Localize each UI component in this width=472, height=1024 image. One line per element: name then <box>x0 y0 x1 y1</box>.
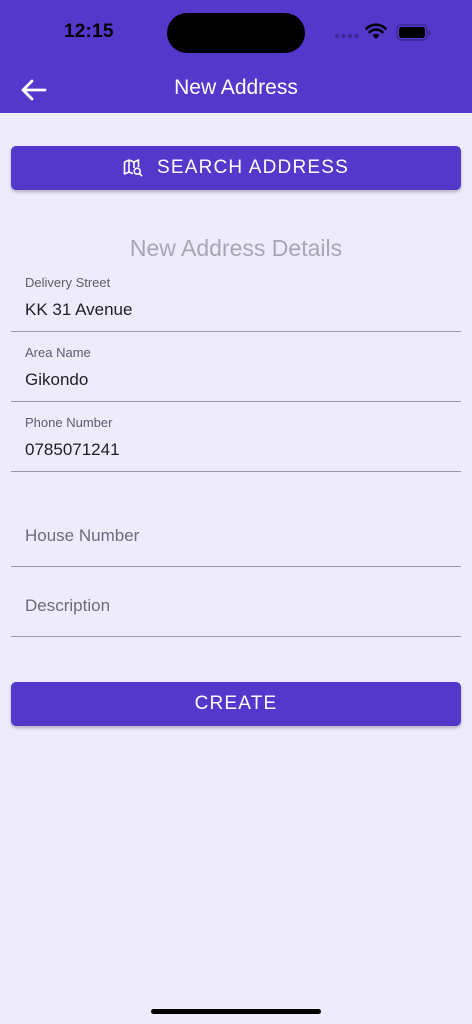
delivery-street-label: Delivery Street <box>25 275 111 290</box>
dynamic-island <box>167 13 305 53</box>
house-number-placeholder: House Number <box>25 526 140 545</box>
page-title: New Address <box>174 76 298 99</box>
status-time: 12:15 <box>64 21 114 42</box>
phone-number-value: 0785071241 <box>25 440 120 459</box>
area-name-value: Gikondo <box>25 370 89 389</box>
delivery-street-value: KK 31 Avenue <box>25 300 133 319</box>
description-field[interactable]: Description <box>11 572 461 637</box>
house-number-field[interactable]: House Number <box>11 502 461 567</box>
map-search-icon <box>123 159 143 177</box>
screen: 12:15 New Address SEARCH ADDRESS New Add… <box>0 0 472 1024</box>
battery-icon <box>396 24 431 41</box>
description-placeholder: Description <box>25 596 111 615</box>
area-name-field[interactable]: Area Name Gikondo <box>11 338 461 402</box>
app-header: 12:15 New Address <box>0 0 472 113</box>
create-label: CREATE <box>194 693 278 714</box>
phone-number-field[interactable]: Phone Number 0785071241 <box>11 408 461 472</box>
home-indicator <box>151 1009 321 1014</box>
delivery-street-field[interactable]: Delivery Street KK 31 Avenue <box>11 268 461 332</box>
section-title: New Address Details <box>129 235 343 261</box>
search-address-label: SEARCH ADDRESS <box>156 157 350 178</box>
search-address-button[interactable]: SEARCH ADDRESS <box>11 146 461 190</box>
area-name-label: Area Name <box>25 345 91 360</box>
create-button[interactable]: CREATE <box>11 682 461 726</box>
wifi-icon <box>365 23 387 39</box>
cellular-signal-icon <box>335 34 359 38</box>
phone-number-label: Phone Number <box>25 415 113 430</box>
